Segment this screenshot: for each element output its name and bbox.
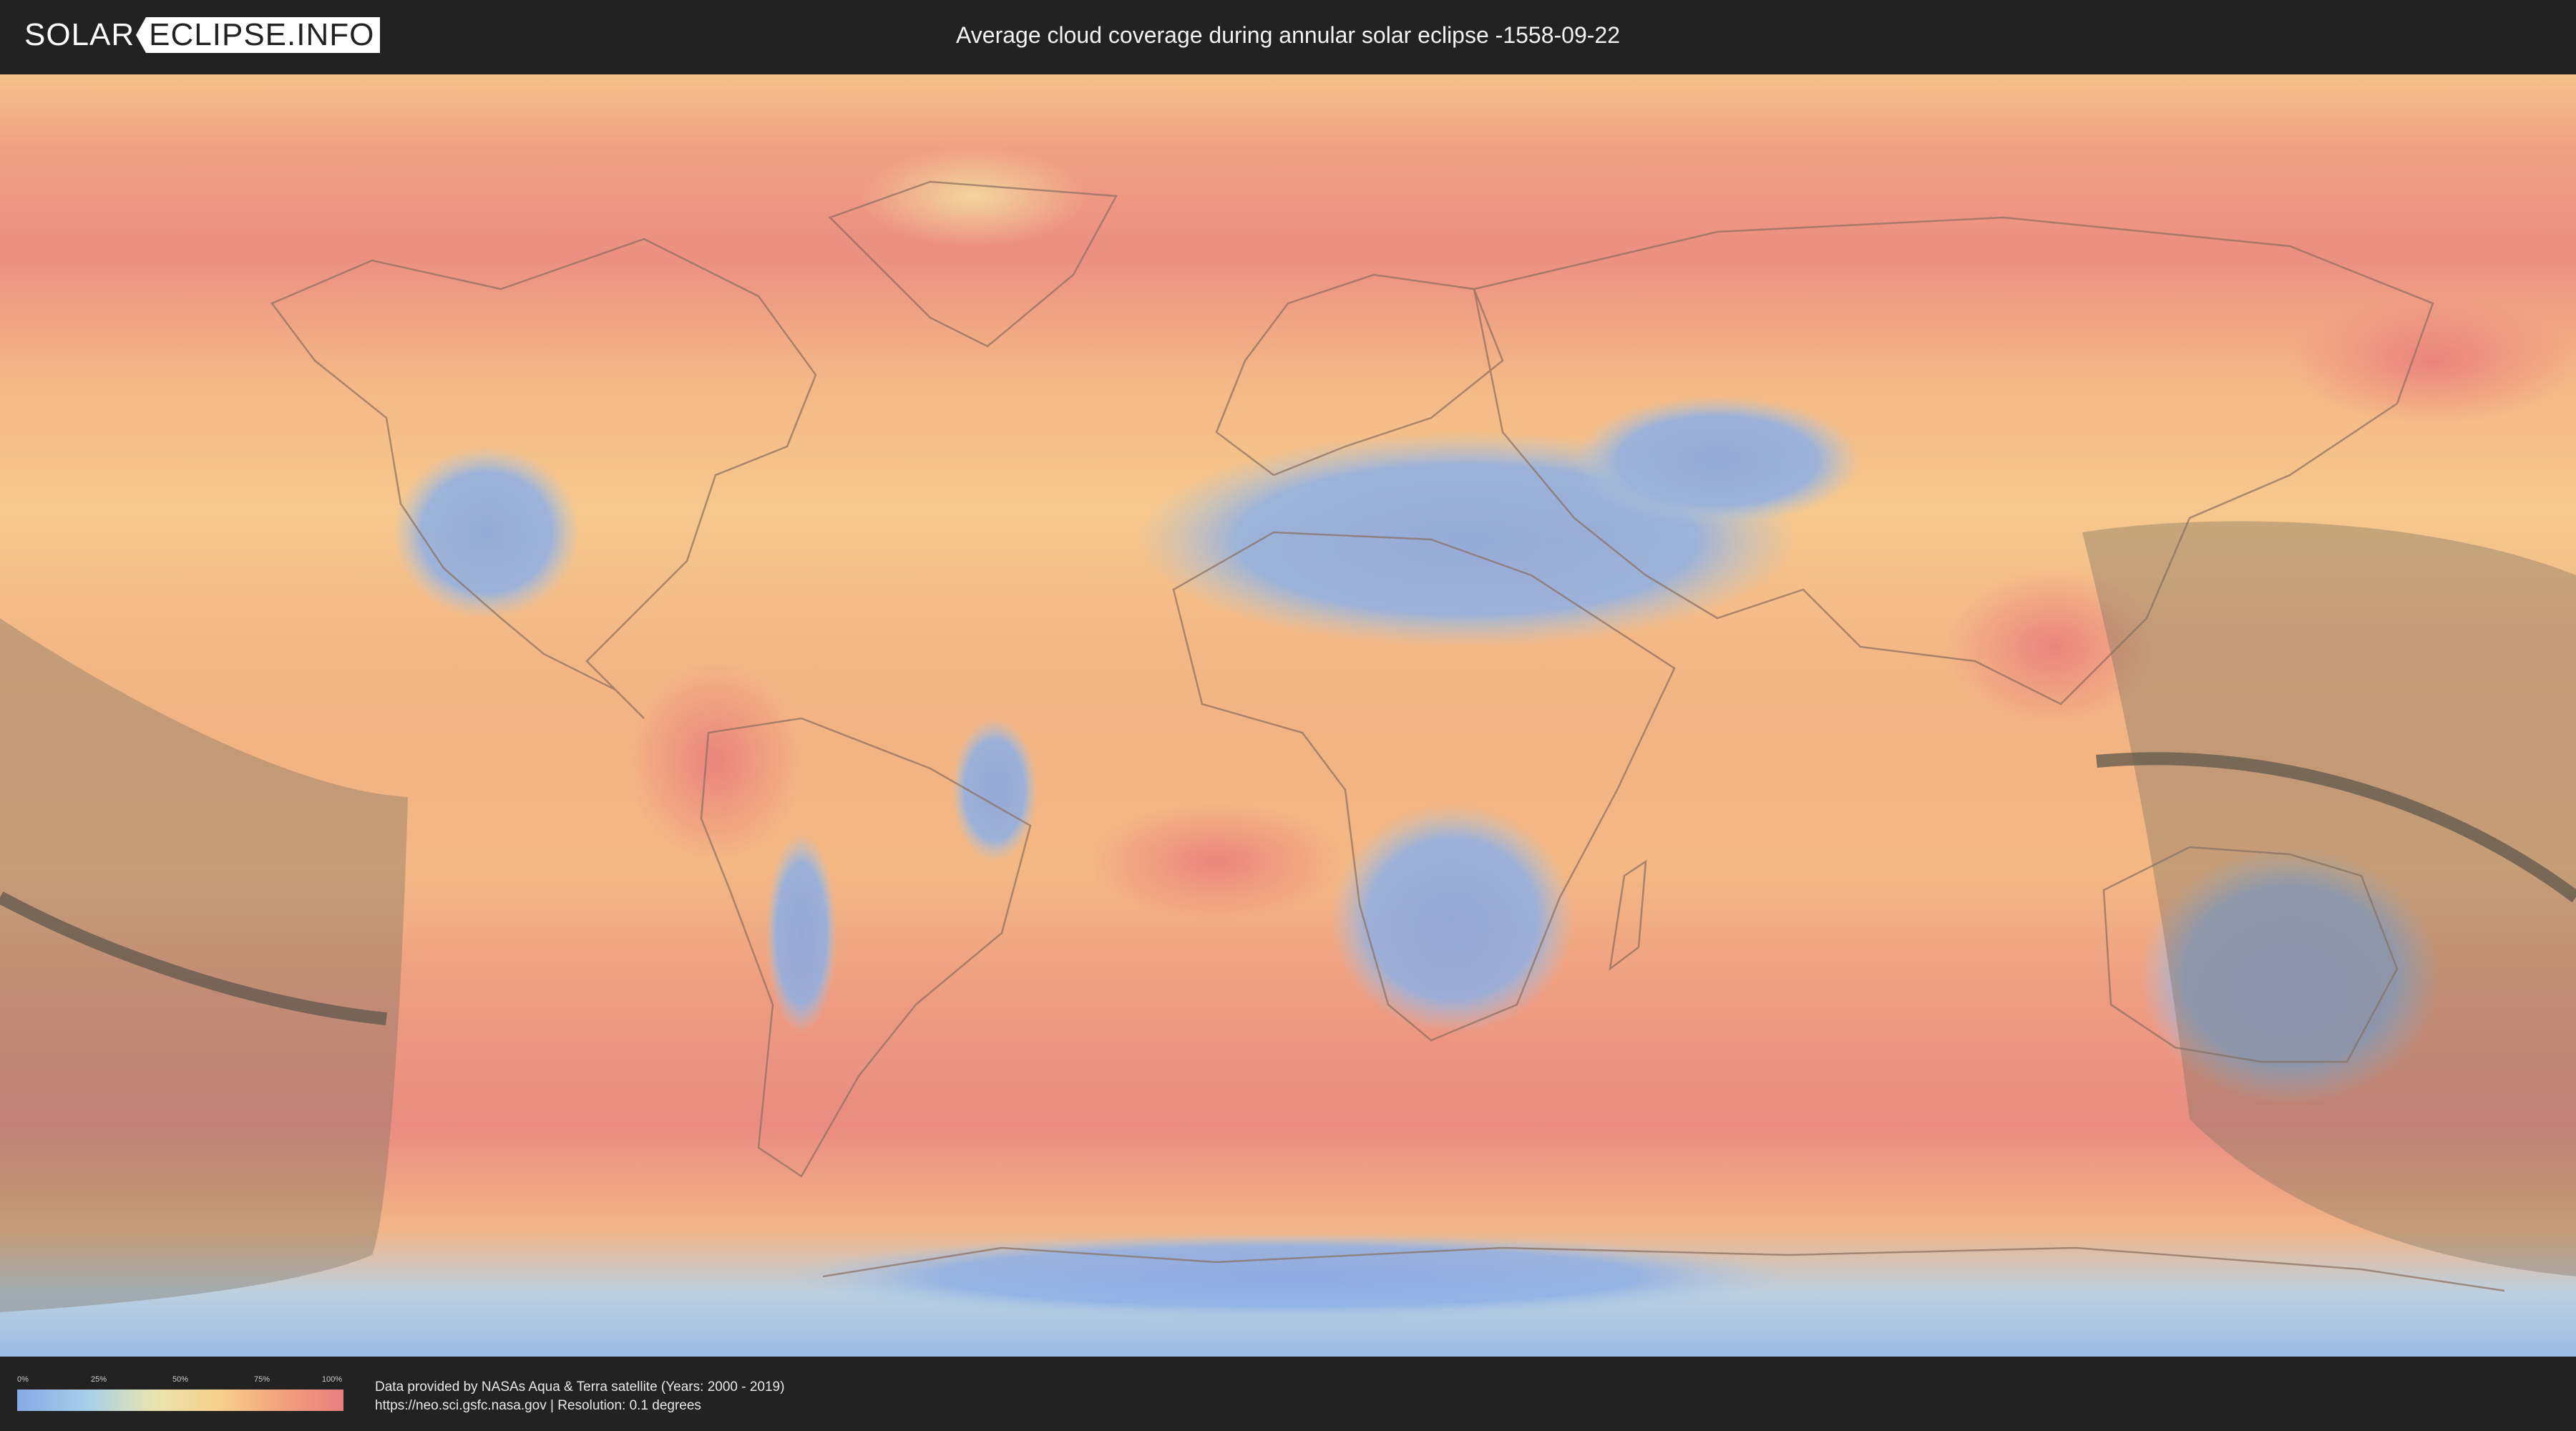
legend-ticks: 0% 25% 50% 75% 100% <box>17 1375 343 1387</box>
legend-tick-75: 75% <box>253 1375 270 1384</box>
cloud-coverage-map[interactable] <box>0 74 2576 1357</box>
legend-tick-50: 50% <box>172 1375 189 1384</box>
header-bar: SOLAR ECLIPSE.INFO Average cloud coverag… <box>0 0 2576 73</box>
cloud-coverage-legend: 0% 25% 50% 75% 100% <box>17 1375 343 1411</box>
legend-color-bar <box>17 1390 343 1411</box>
world-map-svg <box>0 74 2576 1357</box>
credits-line-url[interactable]: https://neo.sci.gsfc.nasa.gov | Resoluti… <box>375 1397 784 1415</box>
credits-line-source: Data provided by NASAs Aqua & Terra sate… <box>375 1379 785 1395</box>
legend-tick-25: 25% <box>90 1375 107 1384</box>
page-title: Average cloud coverage during annular so… <box>956 22 1620 48</box>
legend-tick-0: 0% <box>17 1375 29 1384</box>
data-credits: Data provided by NASAs Aqua & Terra sate… <box>375 1378 784 1415</box>
legend-tick-100: 100% <box>321 1375 343 1384</box>
footer-bar: 0% 25% 50% 75% 100% Data provided by NAS… <box>0 1358 2576 1431</box>
